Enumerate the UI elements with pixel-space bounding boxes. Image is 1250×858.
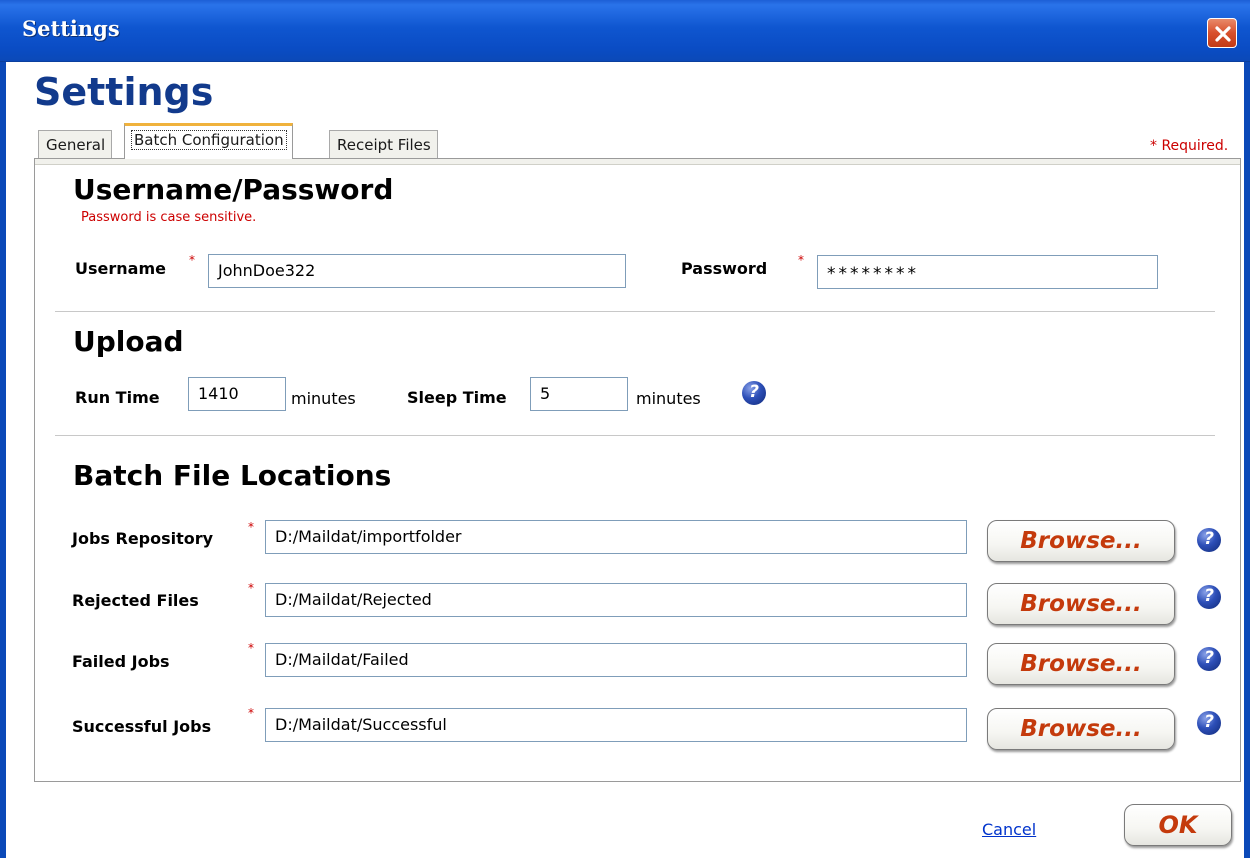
successful-jobs-required-mark: *	[248, 706, 254, 720]
rejected-files-help-glyph: ?	[1204, 586, 1214, 606]
jobs-repository-help-glyph: ?	[1204, 529, 1214, 549]
batch-configuration-panel: Username/Password Password is case sensi…	[34, 158, 1241, 782]
username-label: Username	[75, 259, 166, 278]
window-title: Settings	[22, 16, 120, 41]
tab-general-label: General	[46, 136, 106, 154]
password-label: Password	[681, 259, 768, 278]
locations-heading: Batch File Locations	[73, 459, 392, 492]
failed-jobs-field[interactable]: D:/Maildat/Failed	[265, 643, 967, 677]
upload-help-glyph: ?	[749, 382, 759, 402]
close-icon	[1215, 26, 1231, 42]
credentials-heading: Username/Password	[73, 173, 394, 206]
window-frame-right	[1244, 62, 1250, 858]
run-time-field[interactable]: 1410	[188, 377, 286, 411]
successful-jobs-help-icon[interactable]: ?	[1197, 711, 1221, 735]
upload-heading: Upload	[73, 325, 184, 358]
page-title: Settings	[34, 70, 214, 114]
tab-batch-configuration[interactable]: Batch Configuration	[124, 123, 293, 159]
upload-help-icon[interactable]: ?	[742, 381, 766, 405]
jobs-repository-help-icon[interactable]: ?	[1197, 528, 1221, 552]
username-field[interactable]: JohnDoe322	[208, 254, 626, 288]
password-required-mark: *	[798, 253, 804, 267]
close-button[interactable]	[1207, 18, 1237, 48]
rejected-files-required-mark: *	[248, 581, 254, 595]
sleep-time-field[interactable]: 5	[530, 377, 628, 411]
tab-receipt-files-label: Receipt Files	[337, 136, 431, 154]
divider-upload	[55, 435, 1215, 436]
tab-receipt-files[interactable]: Receipt Files	[329, 130, 438, 158]
rejected-files-field[interactable]: D:/Maildat/Rejected	[265, 583, 967, 617]
successful-jobs-browse-button[interactable]: Browse...	[987, 708, 1175, 750]
ok-button[interactable]: OK	[1124, 804, 1232, 846]
jobs-repository-browse-button[interactable]: Browse...	[987, 520, 1175, 562]
sleep-time-label: Sleep Time	[407, 388, 507, 407]
run-time-unit: minutes	[291, 389, 356, 408]
failed-jobs-required-mark: *	[248, 641, 254, 655]
failed-jobs-help-glyph: ?	[1204, 648, 1214, 668]
sleep-time-unit: minutes	[636, 389, 701, 408]
jobs-repository-label: Jobs Repository	[72, 529, 214, 548]
jobs-repository-field[interactable]: D:/Maildat/importfolder	[265, 520, 967, 554]
rejected-files-browse-button[interactable]: Browse...	[987, 583, 1175, 625]
successful-jobs-label: Successful Jobs	[72, 717, 212, 736]
window-frame-left	[0, 62, 6, 858]
panel-top-strip	[35, 159, 1240, 165]
password-field[interactable]: ********	[817, 255, 1158, 289]
rejected-files-label: Rejected Files	[72, 591, 199, 610]
failed-jobs-label: Failed Jobs	[72, 652, 170, 671]
username-required-mark: *	[189, 253, 195, 267]
title-bar[interactable]: Settings	[0, 0, 1250, 62]
required-note: * Required.	[1150, 138, 1229, 154]
jobs-repository-required-mark: *	[248, 520, 254, 534]
successful-jobs-help-glyph: ?	[1204, 712, 1214, 732]
successful-jobs-field[interactable]: D:/Maildat/Successful	[265, 708, 967, 742]
cancel-link[interactable]: Cancel	[982, 820, 1036, 839]
case-sensitive-note: Password is case sensitive.	[81, 210, 257, 225]
settings-window: Settings Settings General Batch Configur…	[0, 0, 1250, 858]
failed-jobs-help-icon[interactable]: ?	[1197, 647, 1221, 671]
divider-credentials	[55, 311, 1215, 312]
rejected-files-help-icon[interactable]: ?	[1197, 585, 1221, 609]
failed-jobs-browse-button[interactable]: Browse...	[987, 643, 1175, 685]
run-time-label: Run Time	[75, 388, 160, 407]
tab-batch-configuration-label: Batch Configuration	[131, 130, 287, 150]
tab-general[interactable]: General	[38, 130, 113, 158]
